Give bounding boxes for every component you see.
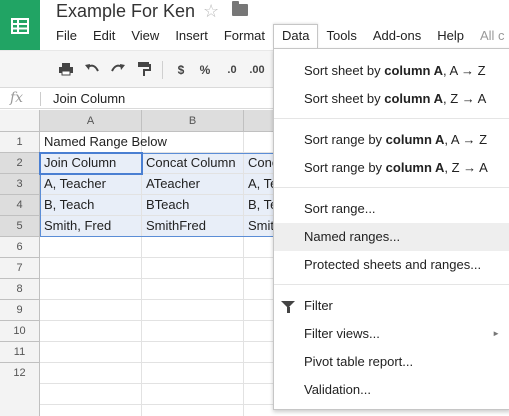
row-header-4[interactable]: 4 (0, 195, 40, 216)
sheets-app: Example For Ken ☆ File Edit View Insert … (0, 0, 509, 416)
menu-edit[interactable]: Edit (85, 24, 123, 48)
menu-filter-views[interactable]: Filter views... ► (274, 320, 509, 348)
menu-separator (274, 284, 509, 285)
decrease-decimal-button[interactable]: .0 (222, 61, 242, 79)
menu-validation[interactable]: Validation... (274, 376, 509, 404)
data-menu-dropdown: Sort sheet by column A, A → Z Sort sheet… (273, 48, 509, 410)
column-a-label: column A (384, 63, 443, 78)
sort-az-suffix: , A → Z (444, 132, 488, 147)
row-header-7[interactable]: 7 (0, 258, 40, 279)
empty-cells-col-a[interactable] (40, 237, 142, 416)
folder-icon[interactable] (232, 1, 248, 16)
toolbar-divider (162, 61, 163, 79)
cell-a1[interactable]: Named Range Below (40, 132, 167, 153)
menu-sort-sheet-za[interactable]: Sort sheet by column A, Z → A (274, 85, 509, 113)
row-header-3[interactable]: 3 (0, 174, 40, 195)
filter-label: Filter (304, 298, 333, 313)
cell-b4[interactable]: BTeach (142, 195, 244, 216)
submenu-arrow-icon: ► (492, 329, 500, 338)
percent-format-button[interactable]: % (196, 61, 214, 79)
menu-pivot-table[interactable]: Pivot table report... (274, 348, 509, 376)
cell-a4[interactable]: B, Teach (40, 195, 142, 216)
currency-format-button[interactable]: $ (172, 61, 190, 79)
menu-format[interactable]: Format (216, 24, 273, 48)
row-header-8[interactable]: 8 (0, 279, 40, 300)
menu-sort-range-az[interactable]: Sort range by column A, A → Z (274, 126, 509, 154)
menu-view[interactable]: View (123, 24, 167, 48)
document-title[interactable]: Example For Ken (56, 0, 195, 22)
sort-range-prefix: Sort range by (304, 132, 386, 147)
cell-b2[interactable]: Concat Column (142, 153, 244, 174)
column-header-a[interactable]: A (40, 110, 142, 132)
filter-views-label: Filter views... (304, 326, 380, 341)
column-a-label: column A (385, 132, 445, 147)
formula-bar-divider (40, 92, 41, 106)
menu-protected-ranges[interactable]: Protected sheets and ranges... (274, 251, 509, 279)
column-a-label: column A (384, 91, 443, 106)
cell-a3[interactable]: A, Teacher (40, 174, 142, 195)
cell-b3[interactable]: ATeacher (142, 174, 244, 195)
filter-icon (281, 301, 295, 313)
menu-named-ranges[interactable]: Named ranges... (274, 223, 509, 251)
menu-tools[interactable]: Tools (318, 24, 364, 48)
column-a-label: column A (385, 160, 445, 175)
cell-a5[interactable]: Smith, Fred (40, 216, 142, 237)
menu-sort-range-za[interactable]: Sort range by column A, Z → A (274, 154, 509, 182)
menu-addons[interactable]: Add-ons (365, 24, 429, 48)
cell-b1[interactable] (142, 132, 244, 153)
cell-b5[interactable]: SmithFred (142, 216, 244, 237)
sheets-logo-glyph (11, 18, 29, 34)
menu-data[interactable]: Data (273, 24, 319, 48)
sort-az-suffix: , A → Z (442, 63, 486, 78)
fx-icon: fx (10, 90, 24, 106)
sort-sheet-prefix: Sort sheet by (304, 91, 385, 106)
menu-sort-range[interactable]: Sort range... (274, 195, 509, 223)
row-header-12[interactable]: 12 (0, 363, 40, 416)
row-header-9[interactable]: 9 (0, 300, 40, 321)
row-header-5[interactable]: 5 (0, 216, 40, 237)
increase-decimal-button[interactable]: .00 (246, 61, 268, 79)
menu-help[interactable]: Help (429, 24, 472, 48)
star-icon[interactable]: ☆ (203, 0, 219, 22)
cell-a2[interactable]: Join Column (40, 153, 142, 174)
sort-za-suffix: , Z → A (444, 160, 488, 175)
sort-sheet-prefix: Sort sheet by (304, 63, 385, 78)
sort-range-prefix: Sort range by (304, 160, 386, 175)
sort-za-suffix: , Z → A (442, 91, 487, 106)
all-changes-saved: All c (480, 28, 505, 43)
row-header-11[interactable]: 11 (0, 342, 40, 363)
empty-cells-col-b[interactable] (142, 237, 244, 416)
menu-separator (274, 118, 509, 119)
menu-bar: File Edit View Insert Format Data Tools … (48, 24, 509, 48)
undo-icon[interactable] (84, 61, 100, 79)
column-header-b[interactable]: B (142, 110, 244, 132)
sheets-logo-icon[interactable] (0, 0, 40, 50)
menu-separator (274, 187, 509, 188)
row-header-1[interactable]: 1 (0, 132, 40, 153)
row-header-6[interactable]: 6 (0, 237, 40, 258)
menu-filter[interactable]: Filter (274, 292, 509, 320)
print-icon[interactable] (58, 61, 74, 79)
row-header-2[interactable]: 2 (0, 153, 40, 174)
formula-input[interactable]: Join Column (53, 91, 125, 106)
redo-icon[interactable] (110, 61, 126, 79)
menu-file[interactable]: File (48, 24, 85, 48)
menu-sort-sheet-az[interactable]: Sort sheet by column A, A → Z (274, 57, 509, 85)
menu-insert[interactable]: Insert (167, 24, 216, 48)
row-header-10[interactable]: 10 (0, 321, 40, 342)
select-all-corner[interactable] (0, 110, 40, 132)
paint-format-icon[interactable] (136, 61, 152, 79)
